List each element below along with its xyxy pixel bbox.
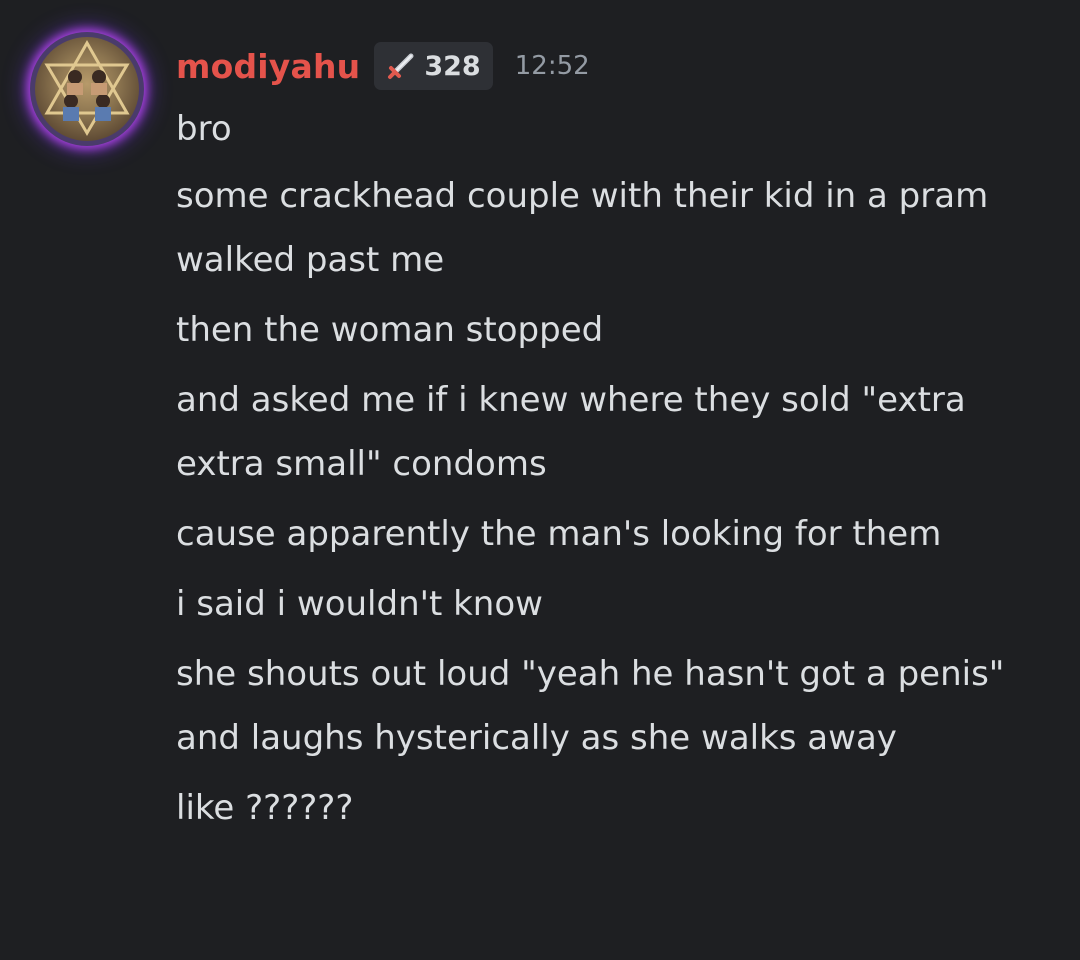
timestamp[interactable]: 12:52: [515, 51, 590, 81]
message-header: modiyahu 328 12:52: [176, 40, 590, 92]
message-line: like ??????: [176, 788, 354, 828]
username[interactable]: modiyahu: [176, 47, 360, 86]
message-line: some crackhead couple with their kid in …: [176, 176, 989, 280]
message-line: she shouts out loud "yeah he hasn't got …: [176, 654, 1005, 758]
avatar-image: [35, 37, 139, 141]
message-line: and asked me if i knew where they sold "…: [176, 380, 966, 484]
user-avatar[interactable]: [30, 32, 144, 146]
chat-message: modiyahu 328 12:52 bro some crackhead co…: [0, 0, 1080, 960]
sword-icon: [388, 53, 414, 79]
message-body: bro some crackhead couple with their kid…: [176, 100, 1056, 846]
message-line: bro: [176, 109, 232, 149]
message-line: then the woman stopped: [176, 310, 604, 350]
badge-count: 328: [424, 50, 481, 82]
star-emblem-icon: [44, 39, 130, 136]
message-line: cause apparently the man's looking for t…: [176, 514, 942, 554]
level-badge[interactable]: 328: [374, 42, 493, 90]
message-line: i said i wouldn't know: [176, 584, 543, 624]
